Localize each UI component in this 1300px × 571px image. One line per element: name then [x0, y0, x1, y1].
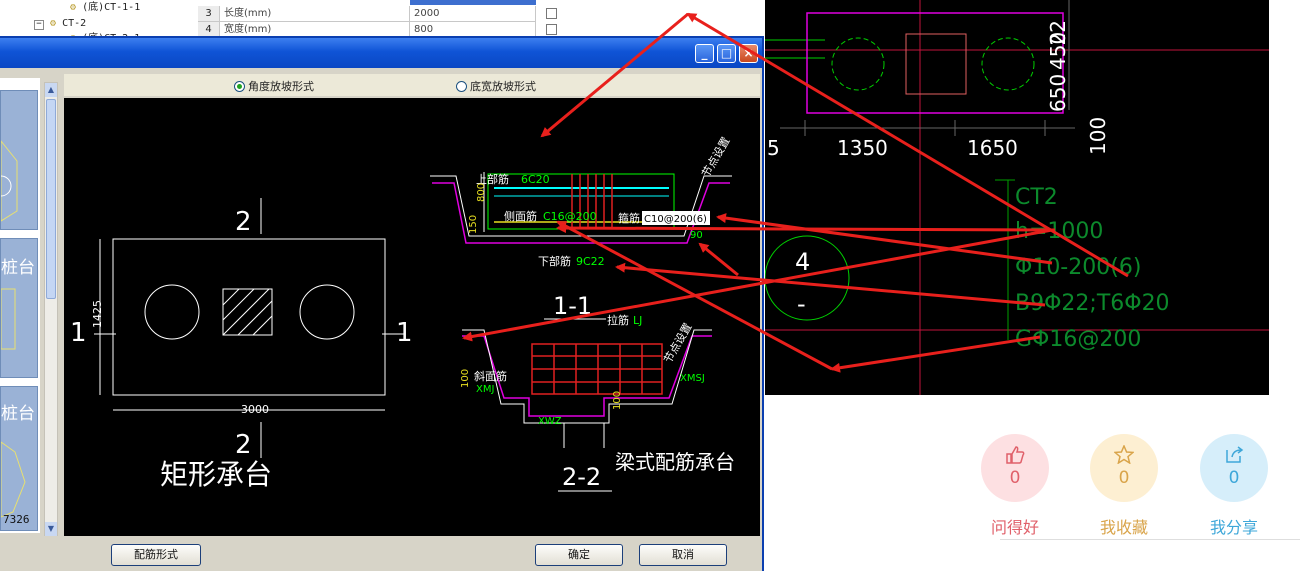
like-stat[interactable]: 0 问得好 — [981, 434, 1049, 537]
thumbs-up-icon — [1006, 446, 1025, 464]
like-label: 问得好 — [990, 518, 1039, 537]
like-count: 0 — [1009, 468, 1021, 488]
favorite-label: 我收藏 — [1099, 518, 1148, 537]
share-count: 0 — [1228, 468, 1240, 488]
divider — [1000, 539, 1300, 540]
share-label: 我分享 — [1209, 518, 1258, 537]
share-stat[interactable]: 0 我分享 — [1200, 434, 1268, 537]
star-icon — [1114, 445, 1134, 464]
favorite-stat[interactable]: 0 我收藏 — [1090, 434, 1158, 537]
share-icon — [1226, 446, 1244, 463]
favorite-count: 0 — [1118, 468, 1130, 488]
